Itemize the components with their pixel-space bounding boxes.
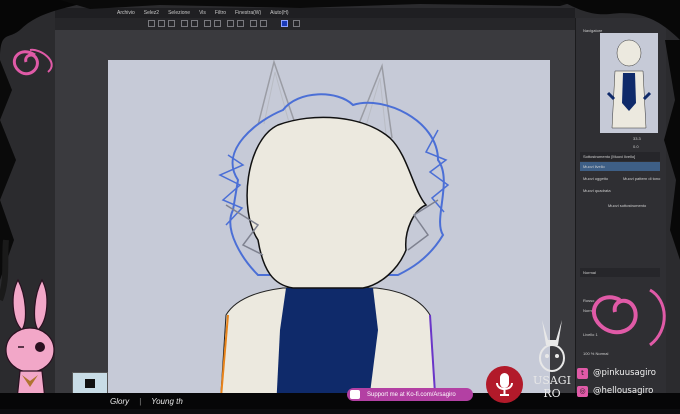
now-playing: Glory | Young th	[110, 393, 183, 409]
overlay-frame	[0, 0, 680, 347]
bunny-mascot	[5, 278, 55, 409]
instagram-icon: ◎	[577, 385, 588, 397]
kofi-banner[interactable]: Support me at Ko-fi.com/Arsagiro	[347, 388, 473, 401]
song-artist: Young th	[151, 396, 183, 406]
twitter-link[interactable]: t @pinkuusagiro	[577, 366, 656, 380]
twitter-handle: @pinkuusagiro	[593, 368, 656, 378]
instagram-handle: @hellousagiro	[593, 386, 654, 396]
webcam-icon	[85, 379, 95, 388]
social-links: t @pinkuusagiro ◎ @hellousagiro	[577, 364, 680, 409]
instagram-link[interactable]: ◎ @hellousagiro	[577, 384, 653, 398]
microphone-indicator	[486, 366, 523, 403]
kofi-cup-icon	[350, 390, 360, 399]
twitter-icon: t	[577, 367, 588, 379]
song-divider: |	[139, 396, 142, 406]
usagi-logo: USAGI RO	[532, 320, 572, 409]
logo-text: USAGI RO	[533, 374, 571, 400]
song-title: Glory	[110, 396, 130, 406]
microphone-icon	[496, 373, 513, 396]
